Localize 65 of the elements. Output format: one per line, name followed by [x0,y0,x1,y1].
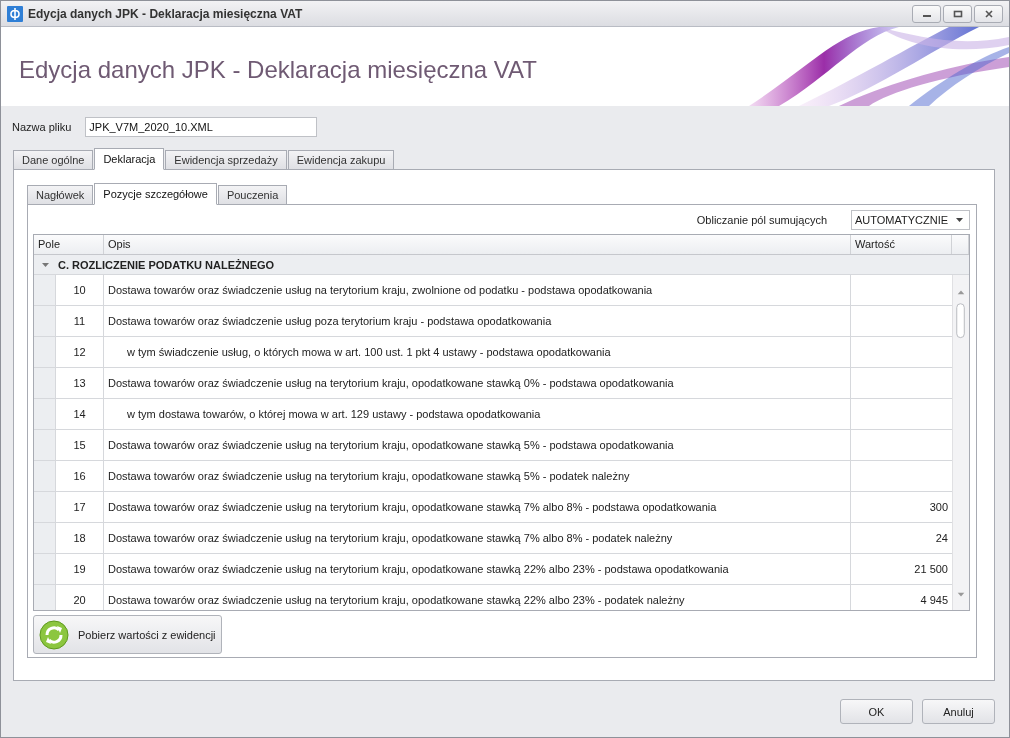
row-indicator-cell[interactable] [34,430,56,460]
tab[interactable]: Nagłówek [27,185,94,205]
table-cell: w tym świadczenie usług, o których mowa w art. 100 ust. 1 pkt 4 ustawy - podstawa opodatkowania [104,337,851,367]
table-cell: Dostawa towarów oraz świadczenie usług na terytorium kraju, opodatkowane stawką 5% - podatek należny [104,461,851,491]
table-cell: Dostawa towarów oraz świadczenie usług na terytorium kraju, opodatkowane stawką 22% albo 23% - podstawa opodatkowania [104,554,851,584]
close-button[interactable] [974,4,1003,23]
tab[interactable]: Ewidencja sprzedaży [165,150,287,170]
field-label: Nazwa pliku [12,121,72,133]
dropdown-arrow-icon [956,218,963,222]
app-logo-icon [7,5,23,22]
row-indicator-cell[interactable] [34,585,56,610]
dialog-heading: Edycja danych JPK - Deklaracja miesięczna VAT [18,55,537,84]
tab[interactable]: Pouczenia [217,185,288,205]
group-row-label: C. ROZLICZENIE PODATKU NALEŻNEGO [58,258,275,271]
table-cell: Dostawa towarów oraz świadczenie usług na terytorium kraju, opodatkowane stawką 0% - podstawa opodatkowania [104,368,851,398]
row-indicator-cell[interactable] [34,337,56,367]
row-indicator-cell[interactable] [34,306,56,336]
column-header[interactable]: Opis [104,235,851,254]
row-indicator-cell[interactable] [34,554,56,584]
tab[interactable]: Ewidencja zakupu [287,150,395,170]
row-indicator-cell[interactable] [34,399,56,429]
table-cell: 10 [56,275,104,305]
maximize-button[interactable] [943,4,972,23]
table-cell: 13 [56,368,104,398]
table-cell: 300 [929,501,948,513]
expand-triangle-icon[interactable] [41,260,50,269]
table-cell: 24 [935,532,948,544]
tab[interactable]: Deklaracja [94,148,165,170]
dropdown[interactable]: AUTOMATYCZNIE [851,210,970,230]
table-cell: 19 [56,554,104,584]
maximize-icon [952,9,963,18]
row-indicator-cell[interactable] [34,368,56,398]
minimize-button[interactable] [912,4,941,23]
table-cell: 15 [56,430,104,460]
window-title: Edycja danych JPK - Deklaracja miesięczna VAT [28,6,304,21]
column-header[interactable]: Pole [34,235,104,254]
row-indicator-cell[interactable] [34,461,56,491]
table-cell: 4 945 [920,594,948,606]
refresh-icon [38,618,70,651]
table-cell: 14 [56,399,104,429]
table-cell: Dostawa towarów oraz świadczenie usług na terytorium kraju, opodatkowane stawką 5% - podstawa opodatkowania [104,430,851,460]
table-cell: 21 500 [914,563,948,575]
table-cell: 11 [56,306,104,336]
dialog-button[interactable]: OK [840,699,913,724]
table-cell: 18 [56,523,104,553]
close-icon [983,9,994,18]
row-indicator-cell[interactable] [34,492,56,522]
vertical-scrollbar[interactable] [952,275,969,610]
table-cell: Dostawa towarów oraz świadczenie usług na terytorium kraju, opodatkowane stawką 7% albo 8% - podstawa opodatkowania [104,492,851,522]
table-cell: Dostawa towarów oraz świadczenie usług na terytorium kraju, opodatkowane stawką 7% albo 8% - podatek należny [104,523,851,553]
field-label: Obliczanie pól sumujących [696,214,827,226]
table-cell: 12 [56,337,104,367]
table-cell: Dostawa towarów oraz świadczenie usług poza terytorium kraju - podstawa opodatkowania [104,306,851,336]
row-indicator-cell[interactable] [34,275,56,305]
row-indicator-cell[interactable] [34,523,56,553]
table-cell: 17 [56,492,104,522]
table-cell: Dostawa towarów oraz świadczenie usług na terytorium kraju, zwolnione od podatku - podstawa opodatkowania [104,275,851,305]
dialog-button[interactable]: Anuluj [922,699,995,724]
table-cell: 16 [56,461,104,491]
column-header[interactable]: Wartość [851,235,952,254]
tab[interactable]: Pozycje szczegółowe [94,183,217,205]
file-name-field[interactable]: JPK_V7M_2020_10.XML [85,117,318,137]
fetch-values-button[interactable]: Pobierz wartości z ewidencji [33,615,222,654]
table-cell: w tym dostawa towarów, o której mowa w art. 129 ustawy - podstawa opodatkowania [104,399,851,429]
tab[interactable]: Dane ogólne [13,150,94,170]
